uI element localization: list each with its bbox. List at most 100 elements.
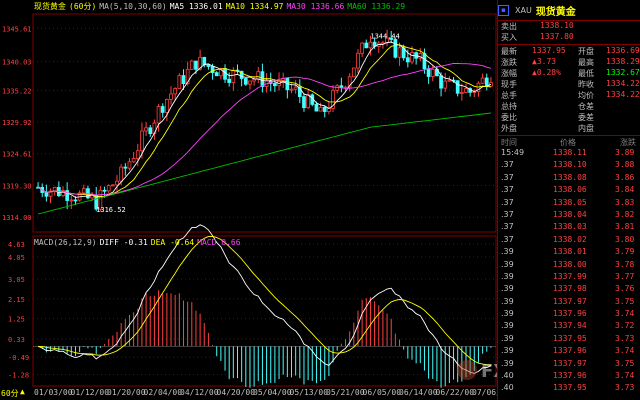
tick-row: .39 1337.96 3.74 xyxy=(498,345,640,357)
divider xyxy=(498,135,640,136)
candle xyxy=(160,106,165,113)
tick-price: 1338.04 xyxy=(553,209,587,219)
tick-change: 3.86 xyxy=(615,172,635,182)
tick-price: 1338.03 xyxy=(553,222,587,232)
quote-row: 委比 委差 xyxy=(498,112,640,123)
tick-change: 3.83 xyxy=(615,197,635,207)
candle xyxy=(69,199,74,202)
macd-settings: MACD(26,12,9) xyxy=(34,238,97,247)
tick-price: 1338.05 xyxy=(553,197,587,207)
macd-axis-label: 4.63 xyxy=(8,241,25,249)
ma10-value: MA10 1334.97 xyxy=(225,2,284,11)
tick-change: 3.75 xyxy=(615,358,635,368)
time-label: 05/04/00 xyxy=(253,388,292,397)
ma5-value: MA5 1336.01 xyxy=(169,2,223,11)
candle xyxy=(248,80,252,85)
low-annotation: 1316.52 xyxy=(96,206,126,214)
divider xyxy=(498,44,640,45)
time-label: 01/20/00 xyxy=(107,388,146,397)
quote-row: 外盘 内盘 xyxy=(498,123,640,134)
tick-price: 1338.10 xyxy=(553,160,587,170)
candle xyxy=(169,93,173,100)
candle xyxy=(140,130,144,152)
tick-price: 1338.00 xyxy=(553,259,587,269)
candle xyxy=(484,77,489,87)
ma-indicator-bar: 现货黄金 (60分) MA(5,10,30,60) MA5 1336.01 MA10 1… xyxy=(34,1,408,13)
buy-row: 买入 1337.80 xyxy=(498,32,640,43)
candle xyxy=(410,52,414,63)
candle xyxy=(443,80,448,89)
kline-chart[interactable]: 1345.61 1340.03 1335.22 1329.92 1324.61 1319.… xyxy=(0,0,497,388)
tick-price: 1337.97 xyxy=(553,358,587,368)
candle xyxy=(289,88,294,91)
price-axis-label: 1324.61 xyxy=(2,151,32,159)
candle xyxy=(459,91,464,94)
period-button[interactable]: 60分 xyxy=(1,388,19,399)
candle xyxy=(351,67,356,78)
tick-change: 3.75 xyxy=(615,296,635,306)
tick-price: 1337.96 xyxy=(553,371,587,381)
scroll-up-icon[interactable]: ▲ xyxy=(20,387,32,397)
time-label: 06/14/00 xyxy=(399,388,438,397)
tick-row: .37 1338.03 3.81 xyxy=(498,221,640,233)
diff-line xyxy=(37,224,492,374)
tick-change: 3.79 xyxy=(615,247,635,257)
candle xyxy=(422,53,427,70)
candle xyxy=(115,180,119,186)
tick-change: 3.74 xyxy=(615,371,635,381)
candle xyxy=(339,85,344,88)
time-label: 06/05/00 xyxy=(362,388,402,397)
candle xyxy=(405,57,410,63)
tick-change: 3.73 xyxy=(615,333,635,343)
macd-diff: DIFF -0.31 xyxy=(99,238,148,247)
quote-label: 最新 xyxy=(501,47,517,56)
candle xyxy=(202,56,207,66)
tick-price: 1337.97 xyxy=(553,296,587,306)
period-label: (60分) xyxy=(69,2,97,11)
tick-row: .39 1338.01 3.79 xyxy=(498,246,640,258)
tick-price: 1337.96 xyxy=(553,309,587,319)
quote-label: 总手 xyxy=(501,91,517,100)
macd-axis-label: -0.49 xyxy=(8,354,29,362)
quote-label: 委差 xyxy=(578,113,594,122)
tick-time: .39 xyxy=(501,247,514,257)
candle xyxy=(243,78,248,85)
candle xyxy=(306,94,310,109)
tick-list[interactable]: 15:49 1338.11 3.89 .37 1338.10 3.88 .37 1338.08… xyxy=(498,147,640,395)
candle xyxy=(144,127,148,132)
tick-change: 3.78 xyxy=(615,259,635,269)
macd-axis-label: 0.33 xyxy=(8,336,25,344)
candle xyxy=(214,72,219,77)
quote-label: 涨跌 xyxy=(501,58,517,67)
candle xyxy=(260,71,265,87)
quote-label: 内盘 xyxy=(578,124,594,133)
flag-icon: ▪ xyxy=(498,4,509,16)
tick-time: .37 xyxy=(501,172,514,182)
quote-row: 现手 昨收 1334.22 xyxy=(498,79,640,90)
quote-value: 1334.22 xyxy=(606,90,640,99)
tick-price: 1337.95 xyxy=(553,333,587,343)
candle xyxy=(223,68,227,80)
candle xyxy=(173,88,178,95)
buy-label: 买入 xyxy=(501,33,517,42)
candle xyxy=(439,75,443,89)
candle xyxy=(356,52,360,69)
price-axis-label: 1319.30 xyxy=(2,182,32,190)
buy-price: 1337.80 xyxy=(540,32,574,41)
candle xyxy=(73,199,78,202)
tick-change: 3.74 xyxy=(615,346,635,356)
tick-change: 3.81 xyxy=(615,222,635,232)
candle xyxy=(447,79,452,82)
tick-price: 1338.02 xyxy=(553,234,587,244)
tick-price: 1337.94 xyxy=(553,321,587,331)
tick-time: .37 xyxy=(501,197,514,207)
quote-panel: ▪ XAU 现货黄金 卖出 1338.10 买入 1337.80 最新 1337.… xyxy=(497,0,640,400)
quote-row: 涨幅 ▲0.28% 最低 1332.67 xyxy=(498,68,640,79)
tick-time: .39 xyxy=(501,296,514,306)
tick-row: .39 1337.98 3.76 xyxy=(498,283,640,295)
quote-value: 1334.22 xyxy=(606,79,640,88)
candle xyxy=(360,42,364,54)
tick-row: .37 1338.04 3.82 xyxy=(498,209,640,221)
ma30-value: MA30 1336.66 xyxy=(286,2,345,11)
tick-time: .40 xyxy=(501,383,514,393)
